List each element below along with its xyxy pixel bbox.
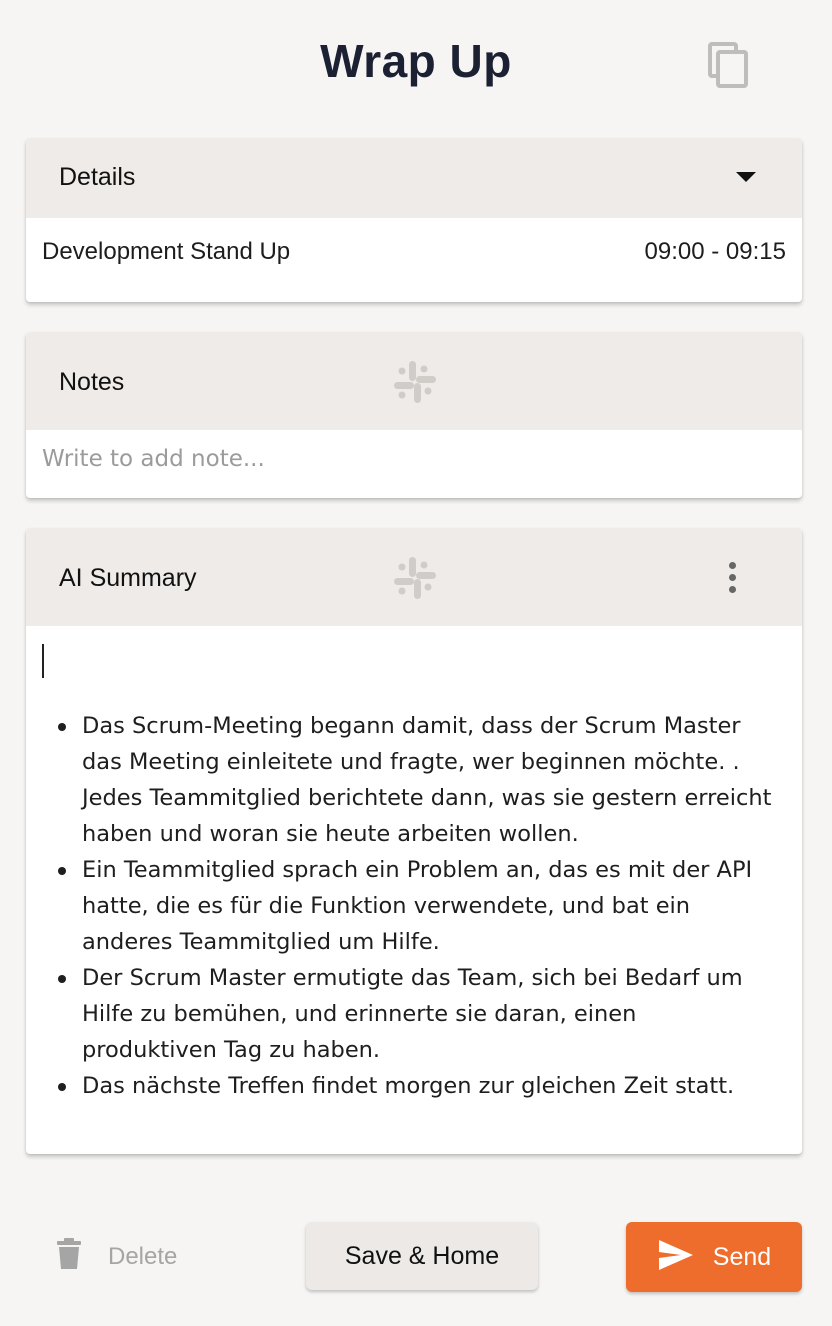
copy-icon[interactable] xyxy=(706,42,752,88)
meeting-time: 09:00 - 09:15 xyxy=(644,238,786,265)
note-input[interactable] xyxy=(42,446,782,472)
slack-icon[interactable] xyxy=(390,357,440,407)
text-cursor xyxy=(42,644,44,678)
send-label: Send xyxy=(712,1242,772,1271)
list-item: Ein Teammitglied sprach ein Problem an, … xyxy=(58,852,778,960)
caret-down-icon[interactable] xyxy=(736,172,756,182)
delete-button[interactable]: Delete xyxy=(56,1238,177,1275)
notes-header: Notes xyxy=(26,332,802,430)
list-item: Das nächste Treffen findet morgen zur gl… xyxy=(58,1068,778,1104)
notes-card: Notes xyxy=(26,332,802,498)
header: Wrap Up xyxy=(0,0,832,130)
send-button[interactable]: Send xyxy=(626,1222,802,1292)
trash-icon xyxy=(56,1238,82,1275)
meeting-row: Development Stand Up 09:00 - 09:15 xyxy=(42,238,786,266)
meeting-name: Development Stand Up xyxy=(42,238,291,265)
footer-actions: Delete Save & Home Send xyxy=(0,1210,832,1300)
save-home-button[interactable]: Save & Home xyxy=(306,1222,538,1290)
more-vertical-icon[interactable] xyxy=(720,562,744,596)
delete-label: Delete xyxy=(108,1242,178,1270)
send-icon xyxy=(657,1238,695,1277)
slack-icon[interactable] xyxy=(390,553,440,603)
list-item: Das Scrum-Meeting begann damit, dass der… xyxy=(58,708,778,852)
ai-summary-header: AI Summary xyxy=(26,528,802,626)
ai-summary-title: AI Summary xyxy=(59,564,197,592)
details-title: Details xyxy=(59,163,136,191)
ai-summary-list[interactable]: Das Scrum-Meeting begann damit, dass der… xyxy=(58,708,778,1104)
details-card: Details Development Stand Up 09:00 - 09:… xyxy=(26,138,802,302)
ai-summary-card: AI Summary Das Scrum-Meeting begann dami xyxy=(26,528,802,1154)
details-header[interactable]: Details xyxy=(26,138,802,218)
list-item: Der Scrum Master ermutigte das Team, sic… xyxy=(58,960,778,1068)
notes-title: Notes xyxy=(59,368,125,396)
